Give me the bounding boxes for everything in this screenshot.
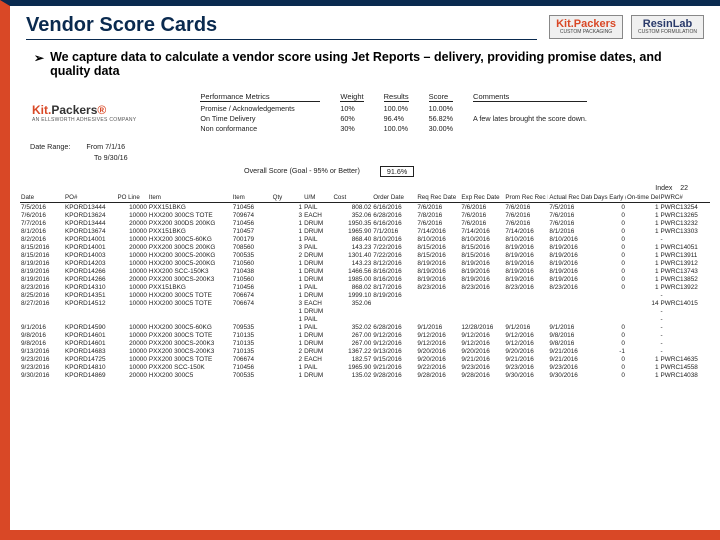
- table-row: 9/23/2016KPORD1481010000PXX200 SCC-150K7…: [20, 363, 710, 371]
- logo-group: Kit.Packers CUSTOM PACKAGING ResinLab CU…: [549, 15, 704, 39]
- table-row: 8/23/2016KPORD1431010000PXX151BKG7104561…: [20, 283, 710, 291]
- table-row: 9/8/2016KPORD1460120000PXX200 300CS-200K…: [20, 339, 710, 347]
- table-row: 9/30/2016KPORD1486920000HXX200 300C57005…: [20, 371, 710, 379]
- overall-score: Overall Score (Goal - 95% or Better) 91.…: [244, 166, 710, 177]
- table-row: 8/15/2016KPORD1400310000HXX200 300C5-200…: [20, 251, 710, 259]
- table-header: Exp Rec Date: [460, 194, 504, 203]
- table-header: Qty: [272, 194, 303, 203]
- table-row: 8/19/2016KPORD1426610000HXX200 SCC-150K3…: [20, 267, 710, 275]
- table-header: PO#: [64, 194, 116, 203]
- table-row: 8/2/2016KPORD1400110000HXX200 300C5-60KG…: [20, 235, 710, 243]
- table-row: 8/19/2016KPORD1420310000HXX200 300C5-200…: [20, 259, 710, 267]
- data-table: DatePO#PO LineItemItemQtyU/MCostOrder Da…: [20, 194, 710, 379]
- table-row: 9/13/2016KPORD1468310000PXX200 300CS-200…: [20, 347, 710, 355]
- slide-title: Vendor Score Cards: [26, 14, 537, 40]
- table-row: 9/1/2016KPORD1459010000HXX200 300C5-60KG…: [20, 323, 710, 331]
- resinlab-logo: ResinLab CUSTOM FORMULATION: [631, 15, 704, 39]
- table-row: 9/8/2016KPORD1460110000PXX200 300CS TOTE…: [20, 331, 710, 339]
- metrics-table: Performance Metrics Promise / Acknowledg…: [200, 92, 587, 134]
- report-screenshot: Kit.Packers® AN ELLSWORTH ADHESIVES COMP…: [10, 86, 720, 379]
- table-header: Item: [232, 194, 272, 203]
- arrow-icon: ➢: [34, 50, 44, 67]
- table-header: Order Date: [372, 194, 416, 203]
- table-header: PO Line: [116, 194, 147, 203]
- table-row: 7/5/2016KPORD1344410000PXX151BKG7104561P…: [20, 203, 710, 212]
- table-row: 1DRUM-: [20, 307, 710, 315]
- report-brand: Kit.Packers® AN ELLSWORTH ADHESIVES COMP…: [32, 103, 136, 123]
- index-line: Index 22: [20, 185, 710, 192]
- table-row: 1PAIL-: [20, 315, 710, 323]
- bullet-point: ➢ We capture data to calculate a vendor …: [10, 44, 720, 86]
- table-header: Prom Rec Rec Date: [504, 194, 548, 203]
- table-header: Days Early (Late): [592, 194, 626, 203]
- table-header: Item: [148, 194, 232, 203]
- kitpackers-logo: Kit.Packers CUSTOM PACKAGING: [549, 15, 623, 39]
- table-header: On-time Delivery: [626, 194, 660, 203]
- table-header: U/M: [303, 194, 332, 203]
- table-row: 8/15/2016KPORD1400120000PXX200 300CS 200…: [20, 243, 710, 251]
- table-header: Actual Rec Date: [548, 194, 592, 203]
- table-row: 8/19/2016KPORD1426620000PXX200 300CS-200…: [20, 275, 710, 283]
- table-header: PWRC#: [660, 194, 710, 203]
- slide-frame: Vendor Score Cards Kit.Packers CUSTOM PA…: [0, 0, 720, 540]
- table-row: 8/27/2016KPORD1451210000HXX200 300C5 TOT…: [20, 299, 710, 307]
- report-header: Kit.Packers® AN ELLSWORTH ADHESIVES COMP…: [20, 92, 710, 134]
- table-row: 8/1/2016KPORD1367410000PXX151BKG7104571D…: [20, 227, 710, 235]
- table-body: 7/5/2016KPORD1344410000PXX151BKG7104561P…: [20, 203, 710, 380]
- table-row: 7/6/2016KPORD1362410000HXX200 300CS TOTE…: [20, 211, 710, 219]
- table-header: Date: [20, 194, 64, 203]
- bullet-text: We capture data to calculate a vendor sc…: [50, 50, 696, 78]
- table-row: 7/7/2016KPORD1344420000PXX200 300DS 200K…: [20, 219, 710, 227]
- slide-header: Vendor Score Cards Kit.Packers CUSTOM PA…: [10, 6, 720, 44]
- date-range: Date Range: From 7/1/16: [30, 142, 710, 151]
- table-header-row: DatePO#PO LineItemItemQtyU/MCostOrder Da…: [20, 194, 710, 203]
- table-row: 8/25/2016KPORD1435110000HXX200 300C5 TOT…: [20, 291, 710, 299]
- table-header: Req Rec Date: [416, 194, 460, 203]
- table-header: Cost: [332, 194, 372, 203]
- table-row: 9/23/2016KPORD1472510000PXX200 300CS TOT…: [20, 355, 710, 363]
